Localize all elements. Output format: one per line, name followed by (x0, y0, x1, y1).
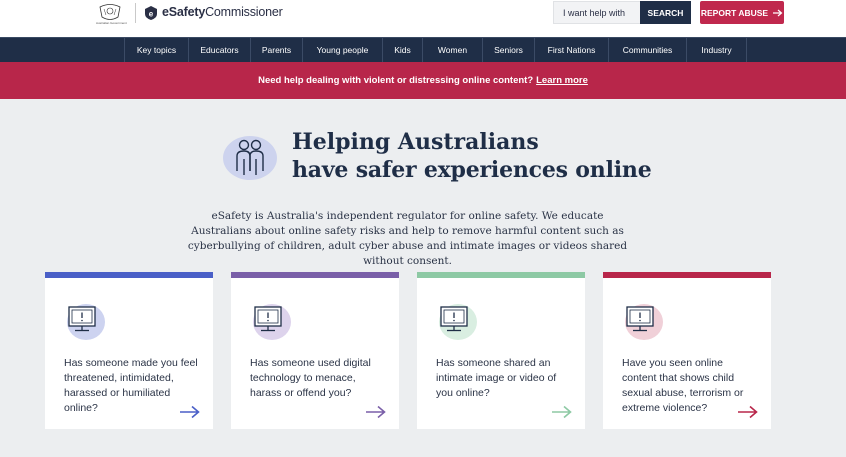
alert-text: Need help dealing with violent or distre… (258, 75, 534, 86)
arrow-right-icon (773, 9, 783, 16)
svg-text:e: e (149, 10, 154, 19)
computer-warning-icon (435, 300, 481, 342)
report-abuse-button[interactable]: REPORT ABUSE (700, 1, 784, 24)
government-label: Australian Government (96, 21, 127, 25)
help-card[interactable]: Has someone used digital technology to m… (231, 272, 399, 429)
help-card[interactable]: Has someone made you feel threatened, in… (45, 272, 213, 429)
learn-more-link[interactable]: Learn more (536, 75, 588, 86)
hero-title: Helping Australians have safer experienc… (292, 128, 652, 184)
header-divider (135, 3, 136, 23)
hero-title-line2: have safer experiences online (292, 157, 652, 183)
computer-warning-icon (621, 300, 667, 342)
nav-item-educators[interactable]: Educators (189, 38, 251, 62)
alert-banner: Need help dealing with violent or distre… (0, 62, 846, 99)
computer-warning-icon (249, 300, 295, 342)
nav-item-industry[interactable]: Industry (687, 38, 747, 62)
hero-title-line1: Helping Australians (292, 129, 539, 155)
arrow-right-icon[interactable] (737, 405, 759, 419)
help-card-text: Has someone shared an intimate image or … (436, 357, 557, 399)
nav-item-first-nations[interactable]: First Nations (535, 38, 609, 62)
brand-name[interactable]: eSafetyCommissioner (162, 5, 283, 19)
nav-item-women[interactable]: Women (423, 38, 483, 62)
nav-item-communities[interactable]: Communities (609, 38, 687, 62)
people-illustration-icon (222, 131, 280, 183)
help-card[interactable]: Have you seen online content that shows … (603, 272, 771, 429)
report-abuse-label: REPORT ABUSE (700, 7, 769, 18)
arrow-right-icon[interactable] (179, 405, 201, 419)
intro-paragraph: eSafety is Australia's independent regul… (187, 210, 628, 267)
esafety-logo-icon[interactable]: e (143, 5, 159, 21)
computer-warning-icon (63, 300, 109, 342)
brand-name-rest: Commissioner (205, 5, 283, 19)
nav-item-seniors[interactable]: Seniors (483, 38, 535, 62)
brand-name-bold: eSafety (162, 5, 206, 19)
nav-item-young-people[interactable]: Young people (303, 38, 383, 62)
nav-item-parents[interactable]: Parents (251, 38, 303, 62)
nav-item-key-topics[interactable]: Key topics (125, 38, 189, 62)
arrow-right-icon[interactable] (365, 405, 387, 419)
arrow-right-icon[interactable] (551, 405, 573, 419)
main-navigation: Key topics Educators Parents Young people Ki… (0, 37, 846, 62)
top-bar: Australian Government e eSafetyCommissio… (0, 0, 846, 37)
search-input[interactable] (553, 1, 640, 24)
help-card-text: Has someone used digital technology to m… (250, 357, 371, 399)
help-card[interactable]: Has someone shared an intimate image or … (417, 272, 585, 429)
nav-list: Key topics Educators Parents Young people Ki… (124, 38, 747, 62)
search-button[interactable]: SEARCH (640, 1, 691, 24)
nav-item-kids[interactable]: Kids (383, 38, 423, 62)
